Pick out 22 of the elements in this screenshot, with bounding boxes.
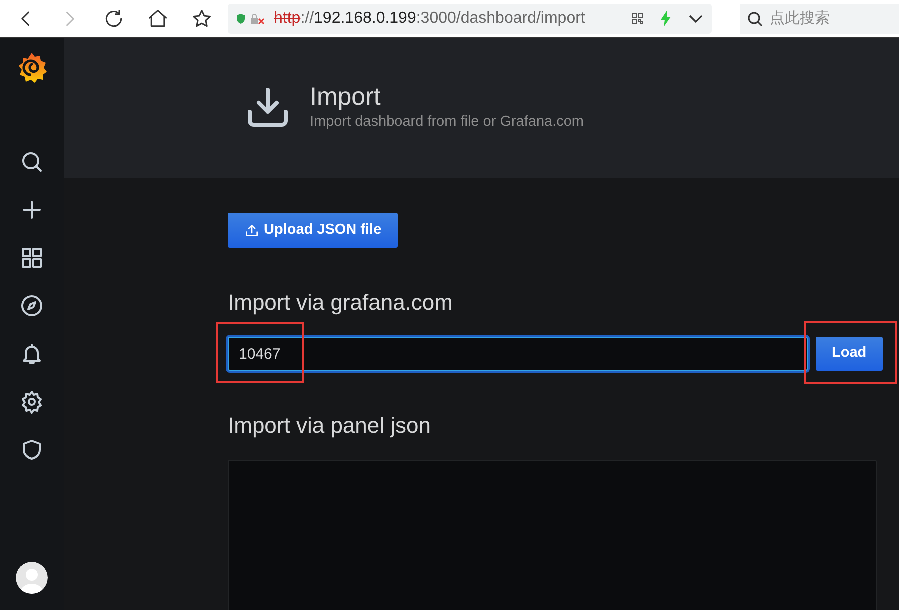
qr-code-icon[interactable]: [632, 12, 644, 24]
section-heading: Import via panel json: [228, 412, 431, 440]
page-subtitle: Import dashboard from file or Grafana.com: [310, 113, 584, 132]
shield-icon: [20, 438, 44, 462]
search-field[interactable]: 点此搜索: [740, 4, 899, 34]
page-title: Import: [310, 82, 382, 112]
plus-icon: [20, 198, 44, 222]
avatar-icon[interactable]: [16, 562, 48, 594]
bell-icon: [20, 342, 44, 366]
upload-button[interactable]: Upload JSON file: [228, 213, 398, 248]
id-input-field[interactable]: 10467: [228, 337, 808, 371]
grid-icon: [20, 246, 44, 270]
url-text: http://192.168.0.199:3000/dashboard/import: [274, 8, 586, 28]
shield-icon: [236, 12, 246, 24]
compass-icon: [20, 294, 44, 318]
upload-icon: [244, 222, 260, 238]
gear-icon: [20, 390, 44, 414]
search-icon: [20, 150, 44, 174]
load-button[interactable]: Load: [816, 337, 883, 371]
section-heading: Import via grafana.com: [228, 289, 453, 317]
chevron-down-icon[interactable]: [688, 12, 704, 24]
address-bar[interactable]: http://192.168.0.199:3000/dashboard/import: [228, 4, 712, 34]
